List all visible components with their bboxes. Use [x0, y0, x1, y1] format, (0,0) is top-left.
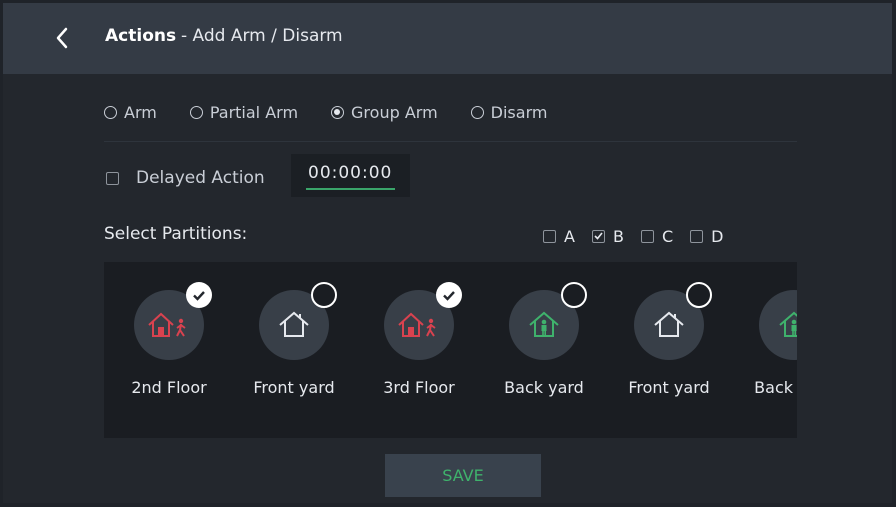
partition-checkbox-b[interactable]: B	[591, 226, 624, 246]
checkbox-box	[543, 229, 556, 243]
radio-dot	[104, 105, 117, 119]
radio-dot	[189, 105, 203, 119]
page-title: Actions	[105, 26, 177, 46]
house-person-red-icon	[398, 312, 436, 337]
radio-label: Disarm	[490, 102, 548, 122]
radio-dot	[470, 105, 484, 119]
chevron-left-icon	[56, 27, 68, 49]
checkbox-box	[690, 229, 704, 243]
page-subtitle: - Add Arm / Disarm	[181, 26, 343, 46]
checkbox-box	[106, 171, 119, 185]
partition-checkbox-c[interactable]: C	[640, 226, 674, 246]
zone-name: Front yard	[253, 378, 335, 397]
house-outline-icon	[654, 311, 684, 337]
checkmark-icon	[443, 290, 455, 301]
delayed-action-label: Delayed Action	[136, 168, 265, 188]
radio-arm[interactable]: Arm	[104, 103, 157, 122]
zone-tile-2nd-floor[interactable]: 2nd Floor	[104, 282, 234, 402]
input-underline	[306, 188, 395, 190]
house-person-green-icon	[529, 311, 559, 337]
delay-time-value: 00:00:00	[308, 163, 393, 183]
mode-radio-group: Arm Partial Arm Group Arm Disarm	[104, 101, 580, 123]
partition-label: D	[711, 226, 724, 246]
radio-label: Partial Arm	[209, 102, 299, 122]
radio-dot-selected	[331, 105, 345, 119]
selected-check-badge	[436, 282, 462, 308]
house-person-red-icon	[148, 312, 186, 337]
house-person-green-icon	[779, 311, 797, 337]
zone-name: Back yard	[754, 378, 797, 397]
divider	[104, 141, 797, 142]
checkbox-box	[640, 229, 654, 243]
header-bar: Actions - Add Arm / Disarm	[3, 3, 892, 74]
partition-checkbox-d[interactable]: D	[690, 227, 723, 246]
partition-label: B	[612, 226, 624, 246]
zone-tile-front-yard[interactable]: Front yard	[229, 282, 359, 402]
radio-label: Group Arm	[351, 102, 438, 122]
selected-check-badge	[186, 282, 212, 308]
unselected-badge	[311, 282, 337, 308]
zone-name: Back yard	[504, 378, 584, 397]
app-frame: Actions - Add Arm / Disarm Arm Partial A…	[3, 3, 892, 503]
checkbox-box-checked	[591, 229, 605, 243]
zone-tile-3rd-floor[interactable]: 3rd Floor	[354, 282, 484, 402]
zone-name: 2nd Floor	[131, 378, 207, 397]
zone-name: Front yard	[628, 378, 710, 397]
zones-carousel[interactable]: 2nd Floor Front yard 3rd Floor Back yard…	[104, 262, 797, 438]
checkmark-icon	[594, 232, 603, 240]
back-button[interactable]	[49, 23, 75, 53]
unselected-badge	[686, 282, 712, 308]
zone-name: 3rd Floor	[383, 378, 455, 397]
radio-disarm[interactable]: Disarm	[470, 102, 548, 122]
zone-icon-circle	[759, 290, 797, 360]
radio-group-arm[interactable]: Group Arm	[331, 103, 438, 122]
partition-checkbox-group: A B C D	[543, 225, 740, 247]
unselected-badge	[561, 282, 587, 308]
partition-checkbox-a[interactable]: A	[543, 227, 575, 246]
delayed-action-checkbox[interactable]: Delayed Action	[106, 166, 265, 190]
house-outline-icon	[279, 311, 309, 337]
partition-label: A	[564, 226, 575, 246]
delay-time-input[interactable]: 00:00:00	[291, 154, 410, 197]
checkmark-icon	[193, 290, 205, 301]
zone-tile-back-yard-2[interactable]: Back yard	[729, 282, 797, 402]
radio-label: Arm	[124, 102, 157, 122]
save-button[interactable]: SAVE	[385, 454, 541, 497]
partition-label: C	[661, 226, 674, 246]
radio-partial-arm[interactable]: Partial Arm	[189, 102, 299, 122]
zone-tile-front-yard-2[interactable]: Front yard	[604, 282, 734, 402]
zone-tile-back-yard[interactable]: Back yard	[479, 282, 609, 402]
select-partitions-label: Select Partitions:	[104, 224, 248, 244]
